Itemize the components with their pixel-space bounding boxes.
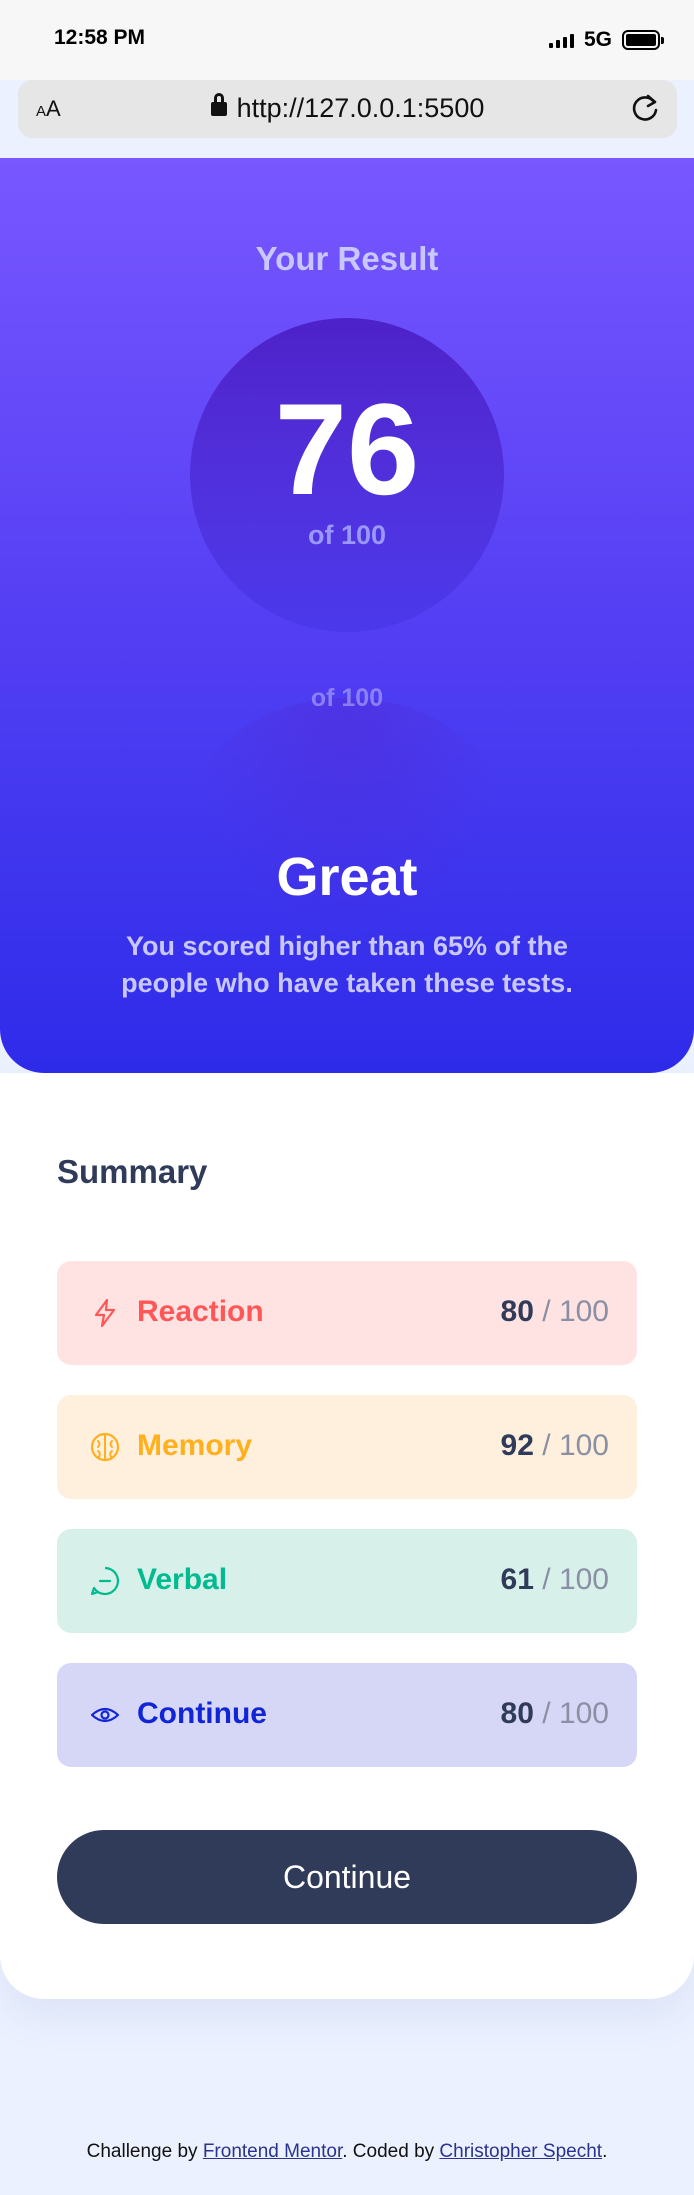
rating-heading: Great <box>276 847 418 907</box>
chat-bubble-icon <box>90 1566 120 1596</box>
lock-icon <box>210 93 227 116</box>
brain-icon <box>90 1432 120 1462</box>
status-time: 12:58 PM <box>54 26 146 49</box>
category-row-verbal: Verbal 61 / 100 <box>57 1529 637 1633</box>
result-title: Your Result <box>255 240 439 277</box>
status-bar: 12:58 PM 5G <box>0 0 694 80</box>
score-number: 80 <box>500 1295 534 1328</box>
footer-prefix: Challenge by <box>86 2141 203 2162</box>
frontend-mentor-link[interactable]: Frontend Mentor <box>203 2141 342 2162</box>
score-max: 100 <box>558 1429 609 1462</box>
category-row-continue: Continue 80 / 100 <box>57 1663 637 1767</box>
battery-icon <box>622 30 664 50</box>
summary-card: Summary Reaction 80 / 100 Memory 92 / 10… <box>0 1073 694 1999</box>
category-label: Memory <box>137 1429 253 1462</box>
network-label: 5G <box>583 28 612 51</box>
category-score: 61 / 100 <box>501 1563 609 1597</box>
category-score: 92 / 100 <box>501 1429 609 1463</box>
browser-url-bar[interactable]: AA http://127.0.0.1:5500 <box>18 80 677 138</box>
category-label: Verbal <box>137 1563 228 1596</box>
lightning-icon <box>94 1298 116 1328</box>
score-value: 76 <box>274 376 420 522</box>
score-of-total: of 100 <box>307 520 387 550</box>
reload-icon[interactable] <box>627 90 663 126</box>
category-label: Reaction <box>137 1295 264 1328</box>
category-score: 80 / 100 <box>501 1697 609 1731</box>
score-max: 100 <box>558 1295 609 1328</box>
author-link[interactable]: Christopher Specht <box>439 2141 602 2162</box>
score-number: 92 <box>500 1429 534 1462</box>
score-max: 100 <box>558 1563 609 1596</box>
score-slash: / <box>542 1697 551 1730</box>
attribution-footer: Challenge by Frontend Mentor. Coded by C… <box>0 2141 694 2163</box>
category-label: Continue <box>137 1697 267 1730</box>
signal-icon <box>548 32 574 48</box>
url-text: http://127.0.0.1:5500 <box>236 93 485 123</box>
footer-suffix: . <box>602 2141 608 2162</box>
result-panel: Your Result 76 of 100 of 100 Great You s… <box>0 158 694 1073</box>
score-max: 100 <box>558 1697 609 1730</box>
score-slash: / <box>542 1563 551 1596</box>
category-row-reaction: Reaction 80 / 100 <box>57 1261 637 1365</box>
score-number: 61 <box>500 1563 534 1596</box>
category-row-memory: Memory 92 / 100 <box>57 1395 637 1499</box>
score-slash: / <box>542 1429 551 1462</box>
category-score: 80 / 100 <box>501 1295 609 1329</box>
eye-icon <box>90 1707 120 1723</box>
summary-title: Summary <box>57 1153 208 1190</box>
url-display[interactable]: http://127.0.0.1:5500 <box>18 93 677 124</box>
score-of-total-reflection: of 100 <box>310 684 384 712</box>
status-indicators: 5G <box>548 28 664 52</box>
score-number: 80 <box>500 1697 534 1730</box>
continue-button[interactable]: Continue <box>57 1830 637 1924</box>
footer-middle: . Coded by <box>342 2141 440 2162</box>
rating-description: You scored higher than 65% of the people… <box>121 931 573 998</box>
score-slash: / <box>542 1295 551 1328</box>
